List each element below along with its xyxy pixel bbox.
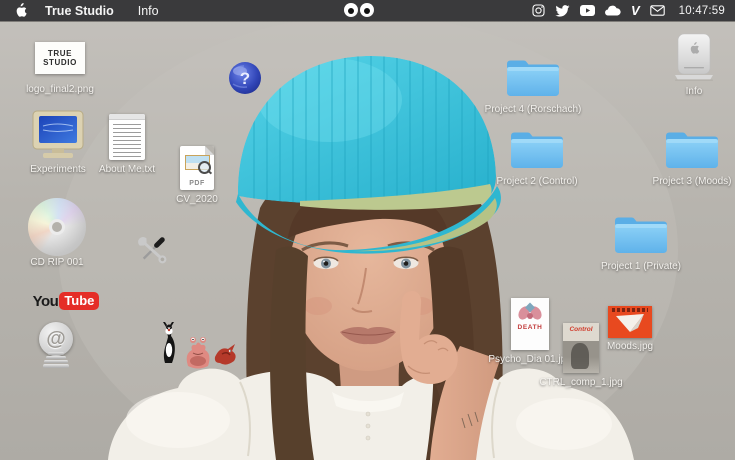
moods-image-thumbnail (608, 306, 652, 338)
icon-label: Moods.jpg (607, 342, 653, 352)
icon-label: Experiments (30, 165, 86, 175)
icon-label: Project 3 (Moods) (653, 177, 732, 187)
desktop-icon-info-mac[interactable]: Info (671, 32, 717, 97)
desktop-icon-cv-2020[interactable]: PDF CV_2020 (180, 146, 214, 205)
desktop-icon-moods[interactable]: Moods.jpg (608, 306, 652, 352)
icon-label: logo_final2.png (26, 85, 94, 95)
eye-left-icon (344, 3, 358, 17)
desktop-icon-about-me[interactable]: About Me.txt (108, 114, 146, 175)
cat-sprite-icon[interactable] (157, 320, 181, 364)
desktop-icon-tools[interactable] (133, 231, 171, 269)
spring-icon (43, 352, 69, 368)
logo-thumbnail: TRUE STUDIO (35, 42, 85, 74)
text-document-icon (109, 114, 145, 160)
icon-label: CTRL_comp_1.jpg (539, 378, 622, 388)
desktop-icon-project3[interactable]: Project 3 (Moods) (663, 128, 721, 187)
desktop-icon-ctrl-comp[interactable]: Control CTRL_comp_1.jpg (563, 323, 599, 388)
bird-sprite-icon[interactable] (212, 340, 238, 368)
youtube-logo-icon: You Tube (33, 292, 100, 310)
mac-computer-icon (671, 32, 717, 82)
desktop-icon-cd-rip[interactable]: CD RIP 001 (28, 198, 86, 268)
menu-bar-clock[interactable]: 10:47:59 (679, 5, 725, 17)
menu-bar-tray: V 10:47:59 (532, 4, 735, 17)
control-magazine-thumbnail: Control (563, 323, 599, 373)
desktop-icon-at-spring[interactable]: @ (34, 322, 78, 368)
youtube-icon[interactable] (580, 5, 595, 16)
menu-bar: True Studio Info V 10:47:59 (0, 0, 735, 21)
googly-eyes-icon (344, 3, 374, 17)
icon-label: Project 2 (Control) (496, 177, 577, 187)
icon-label: Info (686, 87, 703, 97)
instagram-icon[interactable] (532, 4, 545, 17)
desktop-icon-psycho-dia[interactable]: DEATH Psycho_Dia 01.jpg (511, 298, 549, 365)
icon-label: CD RIP 001 (30, 258, 83, 268)
pdf-document-icon: PDF (180, 146, 214, 190)
twitter-icon[interactable] (555, 5, 570, 17)
icon-label: Project 4 (Rorschach) (485, 105, 582, 115)
blob-monster-sprite-icon[interactable] (183, 334, 213, 370)
apple-icon (14, 3, 27, 18)
magnifier-icon (198, 161, 211, 174)
apple-menu[interactable] (14, 3, 27, 18)
help-globe-icon: ? (228, 61, 262, 95)
vimeo-icon[interactable]: V (631, 4, 640, 17)
death-card-thumbnail: DEATH (511, 298, 549, 350)
folder-icon (612, 213, 670, 257)
tools-icon (133, 231, 171, 269)
desktop-icon-logo-final2[interactable]: TRUE STUDIO logo_final2.png (35, 42, 85, 95)
icon-label: About Me.txt (99, 165, 155, 175)
at-symbol-icon: @ (39, 322, 73, 356)
folder-icon (663, 128, 721, 172)
desktop-icon-project4[interactable]: Project 4 (Rorschach) (504, 56, 562, 115)
desktop-icon-project1[interactable]: Project 1 (Private) (612, 213, 670, 272)
folder-icon (504, 56, 562, 100)
cd-disc-icon (28, 198, 86, 256)
icon-label: Psycho_Dia 01.jpg (488, 355, 571, 365)
folder-icon (508, 128, 566, 172)
desktop-icon-help-globe[interactable]: ? (228, 61, 262, 95)
soundcloud-icon[interactable] (605, 5, 621, 16)
desktop-icon-project2[interactable]: Project 2 (Control) (508, 128, 566, 187)
menu-item-info[interactable]: Info (138, 4, 159, 18)
mail-icon[interactable] (650, 5, 665, 16)
desktop-icon-youtube-logo[interactable]: You Tube (30, 292, 102, 310)
crt-monitor-icon (30, 110, 86, 160)
svg-text:?: ? (240, 69, 250, 88)
desktop-icon-experiments[interactable]: Experiments (30, 110, 86, 175)
icon-label: CV_2020 (176, 195, 218, 205)
menu-app-name[interactable]: True Studio (45, 4, 114, 18)
eye-right-icon (360, 3, 374, 17)
icon-label: Project 1 (Private) (601, 262, 681, 272)
desktop: True Studio Info V 10:47:59 (0, 0, 735, 460)
